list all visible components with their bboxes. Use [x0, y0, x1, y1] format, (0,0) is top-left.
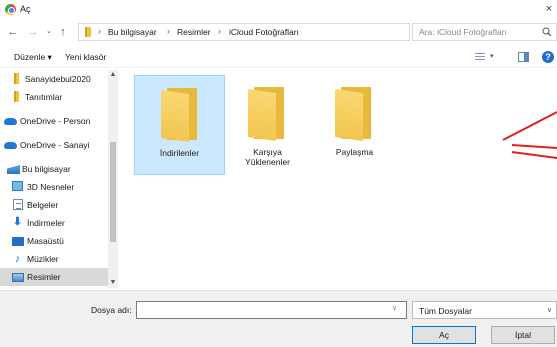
sidebar-item-label: Sanayidebul2020 [25, 74, 91, 84]
open-file-dialog: Aç × ← → ⌄ ↑ › Bu bilgisayar › Resimler … [0, 0, 557, 347]
sidebar-item-pictures[interactable]: Resimler [0, 268, 108, 286]
file-type-select[interactable]: Tüm Dosyalar ∨ [412, 301, 557, 319]
sidebar-item-downloads[interactable]: ⬇ İndirmeler [0, 214, 108, 232]
filename-input[interactable] [136, 301, 407, 319]
folder-icon [14, 73, 19, 84]
chrome-app-icon [5, 4, 16, 15]
open-button[interactable]: Aç [412, 326, 476, 344]
folder-icon [14, 91, 19, 102]
new-folder-button[interactable]: Yeni klasör [65, 52, 106, 62]
address-row: ← → ⌄ ↑ › Bu bilgisayar › Resimler › iCl… [0, 20, 557, 44]
folder-icon [161, 88, 199, 142]
folder-label: İndirilenler [159, 148, 200, 158]
downloads-icon: ⬇ [12, 216, 23, 228]
title-bar: Aç × [0, 0, 557, 20]
scroll-down-icon[interactable]: ▼ [108, 278, 118, 288]
breadcrumb-separator: › [167, 26, 170, 36]
up-arrow-icon[interactable]: ↑ [56, 25, 70, 39]
folder-item-shared[interactable]: Paylaşma [309, 75, 400, 175]
sidebar-item-label: Belgeler [27, 200, 59, 210]
preview-pane-icon[interactable] [518, 52, 529, 62]
cloud-icon [4, 142, 17, 149]
sidebar-item-3d-objects[interactable]: 3D Nesneler [0, 178, 108, 196]
breadcrumb-icloud-photos[interactable]: iCloud Fotoğrafları [229, 27, 299, 37]
organize-button[interactable]: Düzenle ▾ [14, 52, 52, 63]
cancel-button[interactable]: İptal [491, 326, 555, 344]
filename-dropdown-icon[interactable]: ∨ [392, 304, 397, 312]
breadcrumb-this-pc[interactable]: Bu bilgisayar [108, 27, 157, 37]
navigation-pane: Sanayidebul2020 Tanıtımlar OneDrive - Pe… [0, 70, 119, 288]
music-icon: ♪ [14, 253, 21, 265]
sidebar-item-label: Bu bilgisayar [22, 164, 71, 174]
view-dropdown-icon[interactable]: ▾ [490, 52, 494, 60]
sidebar-item-this-pc[interactable]: Bu bilgisayar [0, 160, 108, 178]
help-icon[interactable]: ? [542, 51, 554, 63]
sidebar-item-label: İndirmeler [27, 218, 65, 228]
breadcrumb-pictures[interactable]: Resimler [177, 27, 211, 37]
sidebar-item-label: OneDrive - Person [20, 116, 91, 126]
filename-label: Dosya adı: [91, 305, 132, 315]
sidebar-item-label: 3D Nesneler [27, 182, 75, 192]
sidebar-item-music[interactable]: ♪ Müzikler [0, 250, 108, 268]
sidebar-item-label: OneDrive - Sanayi [20, 140, 90, 150]
chevron-down-icon: ∨ [546, 307, 552, 314]
sidebar-item-label: Tanıtımlar [25, 92, 63, 102]
sidebar-item-onedrive-sanayi[interactable]: OneDrive - Sanayi [0, 136, 108, 154]
sidebar-item-sanayidebul[interactable]: Sanayidebul2020 [0, 70, 108, 88]
back-arrow-icon[interactable]: ← [6, 25, 20, 39]
search-icon [542, 27, 552, 37]
folder-item-uploads[interactable]: Karşıya Yüklenenler [222, 75, 313, 175]
folder-label: Paylaşma [335, 147, 374, 157]
close-window-button[interactable]: × [543, 2, 555, 16]
recent-locations-chevron-icon[interactable]: ⌄ [42, 25, 56, 39]
sidebar-item-label: Resimler [27, 272, 61, 282]
command-bar: Düzenle ▾ Yeni klasör ▾ ? [0, 48, 557, 68]
view-options-icon[interactable] [475, 53, 485, 61]
sidebar-item-tanitimlar[interactable]: Tanıtımlar [0, 88, 108, 106]
folder-icon [248, 87, 286, 141]
scroll-up-icon[interactable]: ▲ [108, 70, 118, 80]
sidebar-item-label: Masaüstü [27, 236, 64, 246]
computer-icon [7, 165, 20, 174]
desktop-icon [12, 237, 24, 246]
red-annotation-lines [502, 111, 557, 159]
pictures-icon [12, 273, 24, 282]
search-placeholder: Ara: iCloud Fotoğrafları [419, 27, 507, 37]
address-bar[interactable]: › Bu bilgisayar › Resimler › iCloud Foto… [78, 23, 484, 41]
documents-icon [13, 199, 23, 210]
folder-label: Karşıya Yüklenenler [245, 147, 290, 167]
search-box[interactable]: Ara: iCloud Fotoğrafları [412, 23, 557, 41]
file-list: İndirilenler Karşıya Yüklenenler Paylaşm… [120, 70, 557, 288]
forward-arrow-icon[interactable]: → [26, 25, 40, 39]
file-type-value: Tüm Dosyalar [419, 306, 472, 316]
sidebar-item-documents[interactable]: Belgeler [0, 196, 108, 214]
sidebar-item-label: Müzikler [27, 254, 59, 264]
folder-icon [85, 27, 91, 37]
3d-objects-icon [12, 181, 23, 191]
window-title: Aç [20, 4, 31, 14]
folder-item-downloads[interactable]: İndirilenler [134, 75, 225, 175]
folder-icon [335, 87, 373, 141]
sidebar-item-onedrive-personal[interactable]: OneDrive - Person [0, 112, 108, 130]
sidebar-scrollbar[interactable]: ▲ ▼ [108, 70, 118, 288]
breadcrumb-separator: › [98, 26, 101, 36]
dialog-footer: Dosya adı: ∨ Tüm Dosyalar ∨ Aç İptal [0, 290, 557, 347]
cloud-icon [4, 118, 17, 125]
scrollbar-thumb[interactable] [110, 142, 116, 242]
sidebar-item-desktop[interactable]: Masaüstü [0, 232, 108, 250]
breadcrumb-separator: › [218, 26, 221, 36]
